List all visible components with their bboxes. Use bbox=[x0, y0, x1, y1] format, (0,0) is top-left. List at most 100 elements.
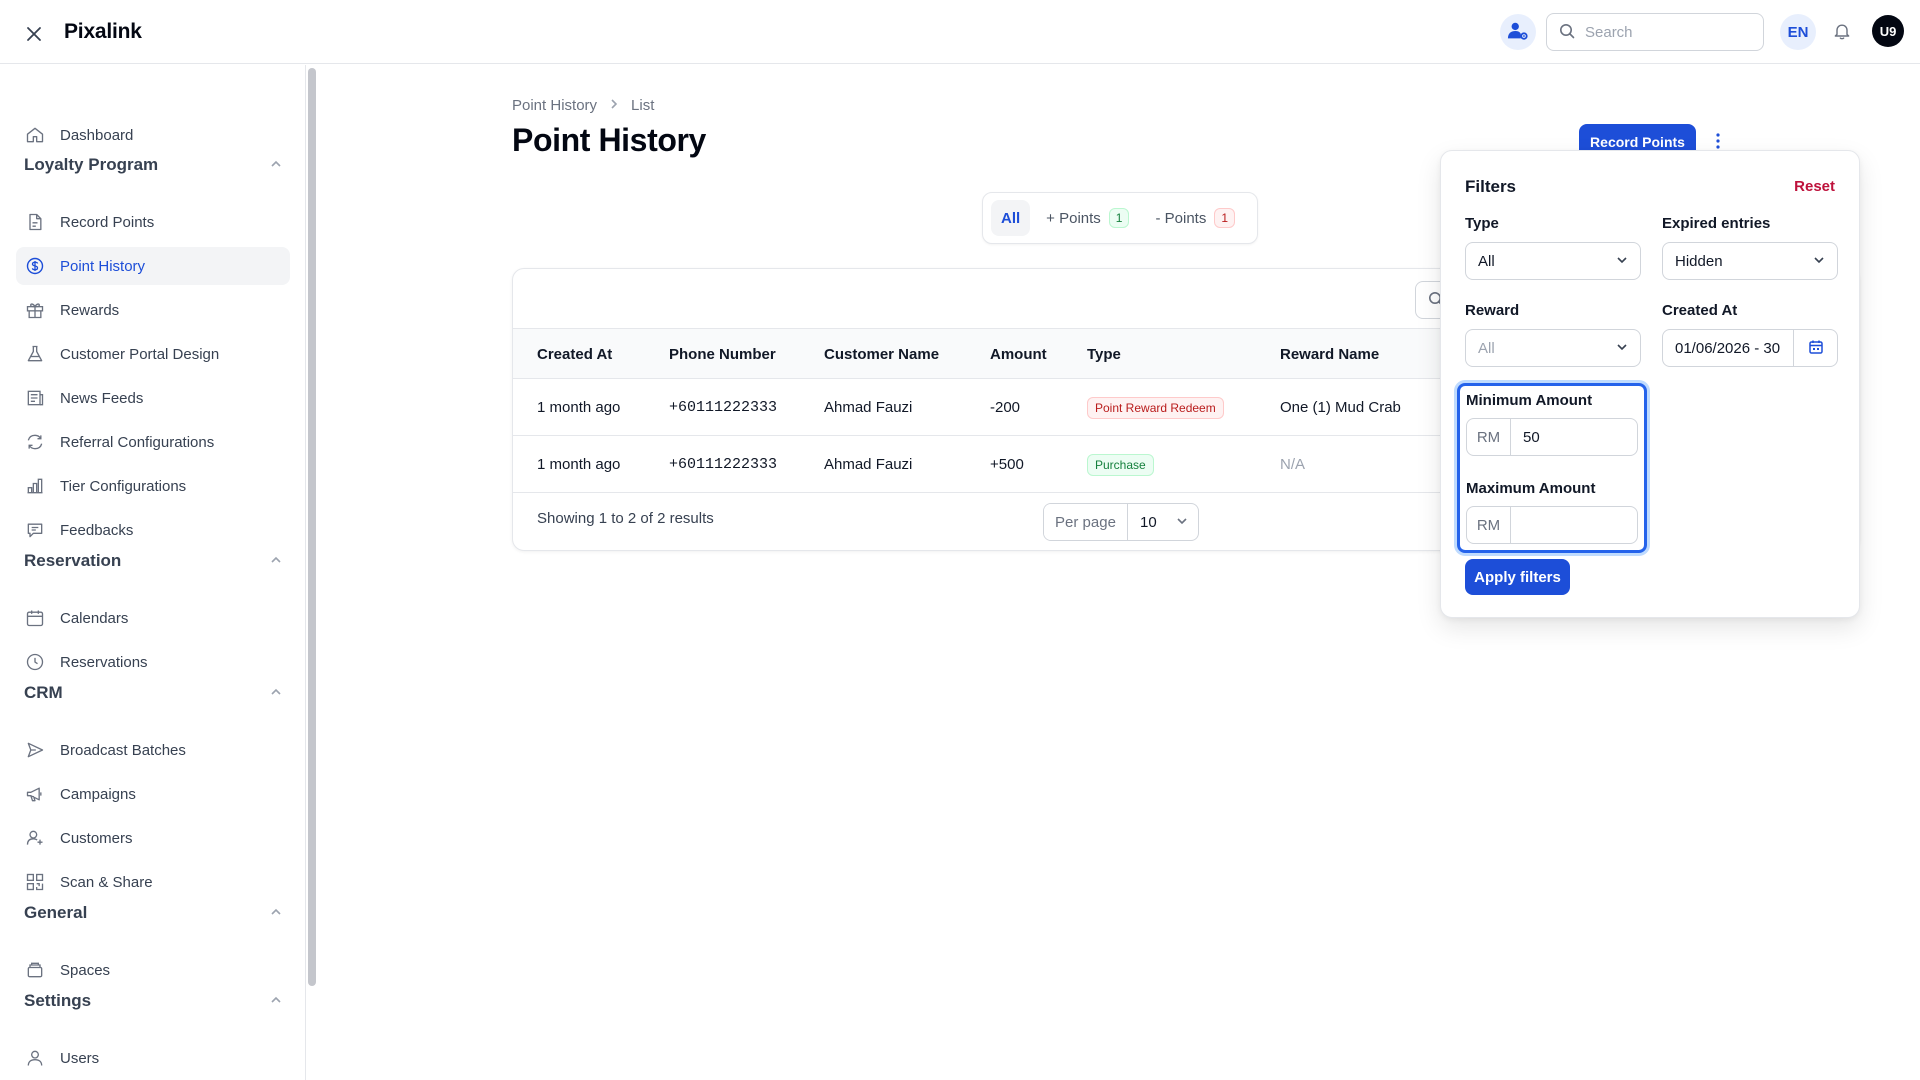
column-header-reward-name[interactable]: Reward Name bbox=[1280, 329, 1379, 379]
reward-select[interactable]: All bbox=[1465, 329, 1641, 367]
sidebar-item-news-feeds[interactable]: News Feeds bbox=[16, 379, 290, 417]
tab-plus-points[interactable]: + Points 1 bbox=[1036, 200, 1139, 236]
sidebar-item-label: Referral Configurations bbox=[60, 433, 215, 451]
sidebar-item-tier-configurations[interactable]: Tier Configurations bbox=[16, 467, 290, 505]
sidebar-item-label: Dashboard bbox=[60, 126, 134, 144]
column-header-customer-name[interactable]: Customer Name bbox=[824, 329, 939, 379]
calendar-icon bbox=[24, 607, 46, 629]
sidebar-item-calendars[interactable]: Calendars bbox=[16, 599, 290, 637]
cell-amount: -200 bbox=[990, 399, 1021, 416]
group-label: CRM bbox=[24, 683, 63, 702]
sidebar-item-record-points[interactable]: Record Points bbox=[16, 203, 290, 241]
megaphone-icon bbox=[24, 783, 46, 805]
per-page-select[interactable]: Per page 10 bbox=[1043, 503, 1199, 541]
chevron-up-icon bbox=[270, 903, 282, 923]
tab-all[interactable]: All bbox=[991, 200, 1031, 236]
chevron-down-icon bbox=[1616, 340, 1628, 357]
sidebar-item-reservations[interactable]: Reservations bbox=[16, 643, 290, 681]
apply-filters-button[interactable]: Apply filters bbox=[1465, 559, 1570, 595]
sidebar-item-customers[interactable]: Customers bbox=[16, 819, 290, 857]
chevron-down-icon bbox=[1813, 253, 1825, 270]
count-badge: 1 bbox=[1108, 208, 1130, 228]
cell-created-at: 1 month ago bbox=[537, 456, 621, 473]
sidebar-item-dashboard[interactable]: Dashboard bbox=[16, 116, 290, 154]
sidebar-item-referral-configurations[interactable]: Referral Configurations bbox=[16, 423, 290, 461]
sidebar-item-label: Scan & Share bbox=[60, 873, 153, 891]
bell-icon bbox=[1832, 21, 1852, 44]
expired-entries-select[interactable]: Hidden bbox=[1662, 242, 1838, 280]
sidebar-item-broadcast-batches[interactable]: Broadcast Batches bbox=[16, 731, 290, 769]
sidebar-item-scan-share[interactable]: Scan & Share bbox=[16, 863, 290, 901]
team-settings-button[interactable] bbox=[1500, 14, 1536, 50]
type-select[interactable]: All bbox=[1465, 242, 1641, 280]
sidebar-item-label: Tier Configurations bbox=[60, 477, 187, 495]
flask-icon bbox=[24, 343, 46, 365]
chevron-up-icon bbox=[270, 683, 282, 703]
column-header-type[interactable]: Type bbox=[1087, 329, 1121, 379]
maximum-amount-value[interactable] bbox=[1511, 507, 1637, 543]
sidebar-item-users[interactable]: Users bbox=[16, 1039, 290, 1077]
cell-customer: Ahmad Fauzi bbox=[824, 399, 913, 416]
chevron-down-icon bbox=[1616, 253, 1628, 270]
cell-reward: One (1) Mud Crab bbox=[1280, 399, 1401, 416]
type-value: All bbox=[1478, 252, 1495, 270]
sidebar-group-reservation[interactable]: Reservation bbox=[24, 547, 282, 575]
sidebar-item-label: Reservations bbox=[60, 653, 148, 671]
column-header-created-at[interactable]: Created At bbox=[537, 329, 612, 379]
minimum-amount-value[interactable]: 50 bbox=[1511, 419, 1637, 455]
created-at-range-field[interactable]: 01/06/2026 - 30 bbox=[1662, 329, 1838, 367]
cell-created-at: 1 month ago bbox=[537, 399, 621, 416]
cell-amount: +500 bbox=[990, 456, 1024, 473]
expired-entries-value: Hidden bbox=[1675, 252, 1723, 270]
language-switcher[interactable]: EN bbox=[1780, 14, 1816, 50]
tab-label: - Points bbox=[1155, 209, 1207, 227]
chevron-up-icon bbox=[270, 155, 282, 175]
close-icon[interactable] bbox=[22, 22, 46, 46]
search-input[interactable] bbox=[1585, 23, 1745, 41]
sidebar-item-customer-portal-design[interactable]: Customer Portal Design bbox=[16, 335, 290, 373]
per-page-value-wrap[interactable]: 10 bbox=[1128, 514, 1198, 531]
sidebar-item-label: Feedbacks bbox=[60, 521, 134, 539]
tab-minus-points[interactable]: - Points 1 bbox=[1145, 200, 1245, 236]
breadcrumb-link-point-history[interactable]: Point History bbox=[512, 97, 597, 114]
filters-panel: Filters Reset Type All Expired entries H… bbox=[1440, 150, 1860, 618]
sidebar-item-campaigns[interactable]: Campaigns bbox=[16, 775, 290, 813]
sidebar-group-loyalty[interactable]: Loyalty Program bbox=[24, 151, 282, 179]
reward-label: Reward bbox=[1465, 302, 1520, 319]
sidebar-group-crm[interactable]: CRM bbox=[24, 679, 282, 707]
column-header-amount[interactable]: Amount bbox=[990, 329, 1047, 379]
user-avatar[interactable]: U9 bbox=[1872, 15, 1904, 47]
sidebar-scrollbar[interactable] bbox=[308, 68, 316, 986]
cell-reward: N/A bbox=[1280, 456, 1306, 473]
sidebar-group-general[interactable]: General bbox=[24, 899, 282, 927]
reset-filters-button[interactable]: Reset bbox=[1794, 178, 1835, 195]
chevron-right-icon bbox=[609, 97, 619, 114]
sidebar-item-rewards[interactable]: Rewards bbox=[16, 291, 290, 329]
created-at-label: Created At bbox=[1662, 302, 1738, 319]
maximum-amount-input[interactable]: RM bbox=[1466, 506, 1638, 544]
global-search[interactable] bbox=[1546, 13, 1764, 51]
group-label: Settings bbox=[24, 991, 92, 1010]
chevron-down-icon bbox=[1176, 514, 1188, 531]
pagination-summary: Showing 1 to 2 of 2 results bbox=[537, 510, 714, 527]
column-header-phone-number[interactable]: Phone Number bbox=[669, 329, 776, 379]
sidebar-item-spaces[interactable]: Spaces bbox=[16, 951, 290, 989]
filters-title: Filters bbox=[1465, 177, 1517, 196]
type-badge: Point Reward Redeem bbox=[1087, 396, 1224, 419]
clock-icon bbox=[24, 651, 46, 673]
cell-type: Purchase bbox=[1087, 436, 1154, 493]
sidebar-item-point-history[interactable]: Point History bbox=[16, 247, 290, 285]
breadcrumb-current: List bbox=[631, 97, 655, 114]
notifications-button[interactable] bbox=[1828, 18, 1856, 46]
sidebar-item-feedbacks[interactable]: Feedbacks bbox=[16, 511, 290, 549]
reward-placeholder: All bbox=[1478, 339, 1495, 357]
newspaper-icon bbox=[24, 387, 46, 409]
created-at-value[interactable]: 01/06/2026 - 30 bbox=[1663, 330, 1793, 366]
tab-label: + Points bbox=[1046, 209, 1101, 227]
minimum-amount-input[interactable]: RM 50 bbox=[1466, 418, 1638, 456]
sidebar-item-label: Customers bbox=[60, 829, 133, 847]
user-icon bbox=[24, 1047, 46, 1069]
sidebar-item-label: Users bbox=[60, 1049, 100, 1067]
calendar-picker-button[interactable] bbox=[1793, 330, 1837, 366]
sidebar-group-settings[interactable]: Settings bbox=[24, 987, 282, 1015]
